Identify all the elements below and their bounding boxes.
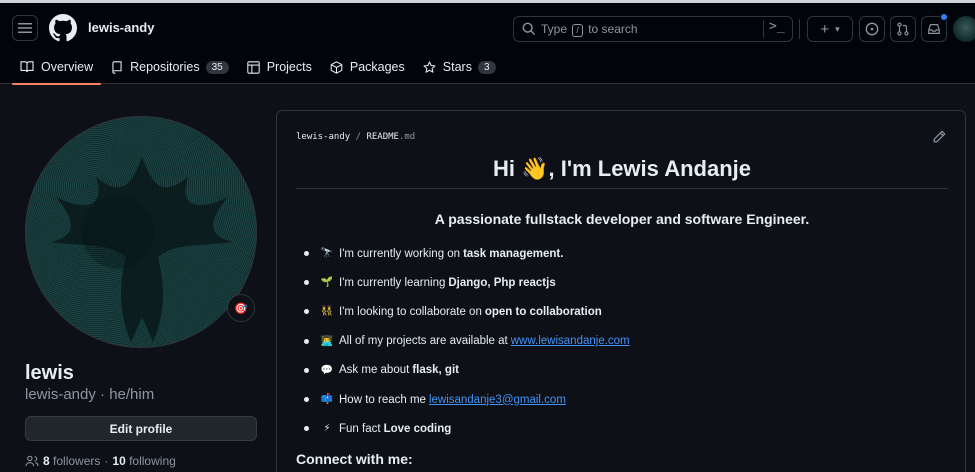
git-pull-request-icon	[897, 22, 909, 36]
connect-heading: Connect with me:	[296, 451, 413, 467]
tab-overview[interactable]: Overview	[12, 54, 102, 85]
tab-projects[interactable]: Projects	[239, 54, 320, 80]
readme-crumb-user[interactable]: lewis-andy	[296, 132, 350, 142]
status-emoji-button[interactable]: 🎯	[227, 294, 255, 322]
profile-readme: lewis-andy / README.md Hi 👋, I'm Lewis A…	[276, 110, 966, 472]
lightning-icon: ⚡	[323, 423, 331, 435]
search-shortcut-key: /	[572, 23, 583, 37]
repositories-count-badge: 35	[205, 60, 229, 74]
pencil-icon[interactable]	[932, 130, 946, 144]
tab-repositories[interactable]: Repositories 35	[103, 54, 237, 80]
user-avatar[interactable]	[953, 16, 975, 42]
followers-label: followers	[53, 454, 101, 468]
project-icon	[246, 60, 260, 74]
readme-subheading: A passionate fullstack developer and sof…	[434, 211, 810, 227]
list-item: 💬 Ask me about flask, git	[304, 356, 630, 385]
window-top-strip	[0, 0, 975, 3]
list-item-strong: task management.	[463, 247, 564, 260]
tab-stars[interactable]: Stars 3	[415, 54, 504, 80]
tab-stars-label: Stars	[442, 60, 472, 74]
search-divider	[763, 20, 764, 38]
email-link[interactable]: lewisandanje3@gmail.com	[429, 394, 566, 406]
edit-profile-button[interactable]: Edit profile	[25, 416, 257, 441]
plus-icon: +	[820, 20, 830, 38]
following-label: following	[129, 454, 176, 468]
followers-count: 8	[43, 454, 50, 468]
follow-stats: 8 followers · 10 following	[25, 454, 176, 468]
list-item-strong: flask, git	[412, 364, 459, 377]
readme-crumb-file[interactable]: README	[366, 132, 399, 142]
website-link[interactable]: www.lewisandanje.com	[511, 335, 630, 347]
search-input[interactable]: Type / to search >_	[513, 16, 793, 42]
list-item-strong: Love coding	[383, 422, 452, 435]
readme-breadcrumb: lewis-andy / README.md	[296, 132, 415, 142]
header-username[interactable]: lewis-andy	[88, 20, 154, 35]
search-placeholder-suffix: to search	[588, 21, 638, 36]
star-icon	[423, 60, 436, 74]
seedling-icon: 🌱	[320, 277, 334, 289]
list-item-strong: Django, Php reactjs	[448, 276, 556, 289]
create-new-button[interactable]: + ▾	[807, 16, 853, 42]
list-item-text: Fun fact	[339, 422, 381, 435]
readme-heading: Hi 👋, I'm Lewis Andanje	[296, 156, 948, 189]
profile-name: lewis	[25, 362, 74, 384]
people-icon	[25, 455, 39, 467]
telescope-icon: 🔭	[320, 248, 334, 260]
speech-bubble-icon: 💬	[320, 364, 334, 376]
list-item: 📫 How to reach me lewisandanje3@gmail.com	[304, 385, 630, 414]
header-divider	[799, 19, 800, 39]
tab-packages[interactable]: Packages	[322, 54, 413, 80]
issue-opened-icon	[865, 22, 879, 36]
list-item-text: I'm currently working on	[339, 247, 461, 260]
list-item: 🔭 I'm currently working on task management…	[304, 239, 630, 268]
search-placeholder: Type / to search	[541, 22, 638, 37]
profile-handle: lewis-andy · he/him	[25, 386, 155, 403]
profile-avatar[interactable]	[25, 116, 257, 348]
avatar-bird-silhouette	[51, 157, 233, 342]
repo-icon	[111, 60, 123, 74]
list-item-strong: open to collaboration	[484, 305, 602, 318]
profile-tabs: Overview Repositories 35 Projects Packag…	[12, 54, 506, 85]
readme-crumb-ext: .md	[398, 132, 416, 142]
list-item: ⚡ Fun fact Love coding	[304, 414, 630, 443]
list-item-text: I'm looking to collaborate on	[339, 305, 482, 318]
hamburger-menu-button[interactable]	[12, 15, 38, 41]
pull-requests-button[interactable]	[890, 16, 916, 42]
readme-crumb-separator: /	[355, 132, 362, 142]
stars-count-badge: 3	[477, 60, 496, 74]
list-item: 🌱 I'm currently learning Django, Php react…	[304, 268, 630, 297]
top-navigation-bar: lewis-andy Type / to search >_ + ▾ Overv…	[0, 0, 975, 85]
command-palette-icon[interactable]: >_	[769, 19, 785, 34]
follow-separator: ·	[104, 454, 109, 468]
tab-repositories-label: Repositories	[130, 60, 200, 74]
people-dancing-icon: 👯	[320, 306, 334, 318]
chevron-down-icon: ▾	[835, 23, 840, 34]
technologist-icon: 👨‍💻	[320, 335, 334, 347]
search-icon	[522, 22, 536, 36]
github-logo-icon[interactable]	[49, 14, 77, 42]
list-item-text: I'm currently learning	[339, 276, 446, 289]
mailbox-icon: 📫	[320, 394, 334, 406]
package-icon	[330, 60, 343, 74]
tab-overview-label: Overview	[41, 60, 94, 74]
following-link[interactable]: 10 following	[112, 454, 175, 468]
issues-button[interactable]	[859, 16, 885, 42]
following-count: 10	[112, 454, 126, 468]
inbox-icon	[928, 24, 940, 34]
tab-projects-label: Projects	[266, 60, 312, 74]
list-item: 👨‍💻 All of my projects are available at ww…	[304, 327, 630, 356]
readme-bullet-list: 🔭 I'm currently working on task management…	[304, 239, 630, 443]
list-item-text: Ask me about	[339, 364, 410, 377]
list-item: 👯 I'm looking to collaborate on open to co…	[304, 297, 630, 326]
followers-link[interactable]: 8 followers	[43, 454, 100, 468]
list-item-text: All of my projects are available at	[339, 335, 508, 348]
list-item-text: How to reach me	[339, 393, 426, 406]
menu-icon	[18, 23, 32, 33]
book-icon	[20, 61, 34, 73]
notification-indicator	[940, 13, 948, 21]
search-placeholder-prefix: Type	[541, 21, 568, 36]
tab-packages-label: Packages	[349, 60, 405, 74]
